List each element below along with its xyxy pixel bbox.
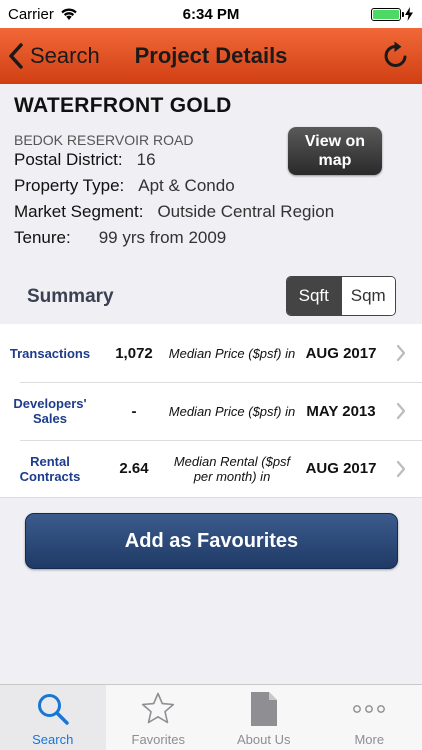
row-value: 2.64 xyxy=(119,460,149,477)
row-description: Median Price ($psf) in xyxy=(168,345,296,361)
tenure-row: Tenure: 99 yrs from 2009 xyxy=(14,228,408,248)
status-right xyxy=(371,7,414,21)
more-icon xyxy=(353,705,386,713)
tab-favorites[interactable]: Favorites xyxy=(106,685,212,750)
chevron-right-icon xyxy=(396,460,406,477)
market-segment-row: Market Segment: Outside Central Region xyxy=(14,202,408,222)
project-details: WATERFRONT GOLD BEDOK RESERVOIR ROAD Pos… xyxy=(0,84,422,262)
property-type-row: Property Type: Apt & Condo xyxy=(14,176,408,196)
field-value: 99 yrs from 2009 xyxy=(98,228,227,247)
table-row[interactable]: Transactions 1,072 Median Price ($psf) i… xyxy=(0,324,422,382)
search-icon xyxy=(37,694,69,725)
summary-table: Transactions 1,072 Median Price ($psf) i… xyxy=(0,324,422,498)
field-value: Outside Central Region xyxy=(157,202,335,221)
field-label: Market Segment: xyxy=(14,202,144,221)
tab-search[interactable]: Search xyxy=(0,685,106,750)
row-date: MAY 2013 xyxy=(306,402,376,420)
summary-title: Summary xyxy=(27,286,114,307)
project-name: WATERFRONT GOLD xyxy=(14,94,232,117)
document-icon xyxy=(250,692,277,726)
row-description: Median Price ($psf) in xyxy=(168,403,296,419)
row-type: Transactions xyxy=(9,345,91,361)
field-value: 16 xyxy=(136,150,156,169)
status-left: Carrier xyxy=(8,6,78,23)
battery-icon xyxy=(371,7,404,21)
field-label: Property Type: xyxy=(14,176,125,195)
row-type: Developers' Sales xyxy=(13,396,87,426)
tab-label: About Us xyxy=(237,732,291,747)
unit-segmented-control: Sqft Sqm xyxy=(286,276,396,316)
nav-bar: Search Project Details xyxy=(0,28,422,84)
view-on-map-button[interactable]: View on map xyxy=(288,127,382,175)
field-label: Postal District: xyxy=(14,150,123,169)
summary-header: Summary Sqft Sqm xyxy=(0,262,422,324)
row-date: AUG 2017 xyxy=(305,460,377,477)
row-description: Median Rental ($psf per month) in xyxy=(173,453,291,484)
table-row[interactable]: Developers' Sales - Median Price ($psf) … xyxy=(0,382,422,440)
row-type: Rental Contracts xyxy=(19,453,81,484)
row-date: AUG 2017 xyxy=(305,344,377,362)
tab-bar: Search Favorites About Us More xyxy=(0,684,422,750)
carrier-label: Carrier xyxy=(8,5,54,23)
tab-label: Favorites xyxy=(131,732,185,747)
refresh-icon[interactable] xyxy=(380,40,412,72)
tab-more[interactable]: More xyxy=(317,685,422,750)
row-value: - xyxy=(131,402,137,420)
row-value: 1,072 xyxy=(115,344,153,362)
chevron-left-icon xyxy=(9,43,23,69)
unit-option-sqm[interactable]: Sqm xyxy=(340,277,395,315)
charging-icon xyxy=(405,7,413,21)
unit-option-sqft[interactable]: Sqft xyxy=(287,277,341,315)
back-button[interactable]: Search xyxy=(8,28,100,84)
field-label: Tenure: xyxy=(14,228,71,247)
table-row[interactable]: Rental Contracts 2.64 Median Rental ($ps… xyxy=(0,440,422,498)
tab-label: Search xyxy=(32,732,74,747)
tab-label: More xyxy=(354,732,385,747)
back-label: Search xyxy=(30,43,100,68)
status-bar: Carrier 6:34 PM xyxy=(0,0,422,28)
field-value: Apt & Condo xyxy=(138,176,235,195)
chevron-right-icon xyxy=(396,402,406,420)
chevron-right-icon xyxy=(396,344,406,362)
add-favourites-button[interactable]: Add as Favourites xyxy=(25,513,398,569)
star-icon xyxy=(142,692,175,724)
wifi-icon xyxy=(61,8,77,20)
tab-about-us[interactable]: About Us xyxy=(211,685,317,750)
